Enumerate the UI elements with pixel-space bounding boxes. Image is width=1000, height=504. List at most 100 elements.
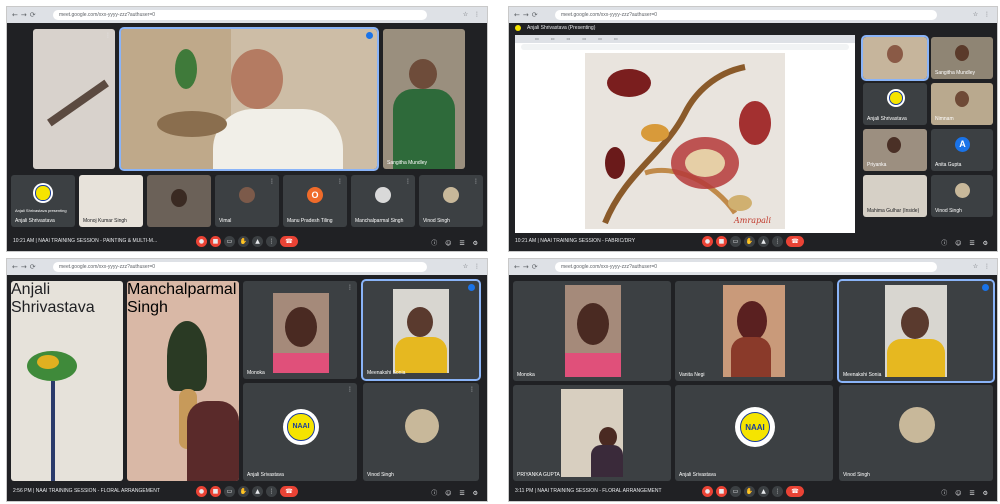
meeting-details-icons[interactable]: ⓘ ☺ ☰ ⚙	[941, 238, 991, 247]
captions-icon[interactable]: ▭	[730, 486, 741, 497]
participant-tile[interactable]: Meenakshi Sonia	[361, 279, 481, 381]
slide-caption: Amrapali	[734, 216, 771, 225]
meeting-details-icons[interactable]: ⓘ ☺ ☰ ⚙	[431, 488, 481, 497]
more-options-icon[interactable]: ⋮	[405, 178, 411, 185]
participant-tile[interactable]: Monoka	[513, 281, 671, 381]
participant-tile[interactable]: PRIYANKA GUPTA	[513, 385, 671, 481]
raise-hand-icon[interactable]: ✋	[744, 486, 755, 497]
present-icon[interactable]: ▲	[758, 486, 769, 497]
captions-icon[interactable]: ▭	[224, 236, 235, 247]
raise-hand-icon[interactable]: ✋	[238, 486, 249, 497]
participant-tile[interactable]: Mahima Gulhar (Inside)	[863, 175, 927, 217]
camera-off-icon[interactable]: ■	[716, 236, 727, 247]
video-tile-floral-2[interactable]: Manchalparmal Singh	[127, 281, 239, 481]
browser-nav-icons[interactable]: ←→⟳	[12, 263, 39, 271]
more-options-icon[interactable]: ⋮	[469, 386, 475, 393]
participant-body	[731, 337, 771, 377]
extension-icons[interactable]: ☆ ⋮	[973, 263, 992, 270]
meet-screenshot-3: ←→⟳ meet.google.com/xxx-yyyy-zzz?authuse…	[6, 258, 488, 502]
camera-off-icon[interactable]: ■	[210, 486, 221, 497]
participant-head	[407, 307, 433, 337]
shared-address-bar	[521, 44, 849, 50]
participant-tile[interactable]: Anjali Shrivastava	[863, 83, 927, 125]
participant-shirt	[887, 339, 945, 377]
extension-icons[interactable]: ☆ ⋮	[973, 11, 992, 18]
browser-nav-icons[interactable]: ←→⟳	[514, 11, 541, 19]
mic-off-icon[interactable]: ●	[702, 236, 713, 247]
more-options-icon[interactable]: ⋮	[266, 486, 277, 497]
more-options-icon[interactable]: ⋮	[347, 386, 353, 393]
participant-tile[interactable]: Nimnam	[931, 83, 993, 125]
more-options-icon[interactable]: ⋮	[266, 236, 277, 247]
participant-tile[interactable]: Vinod Singh	[839, 385, 993, 481]
more-options-icon[interactable]: ⋮	[269, 178, 275, 185]
participant-name: Monoka	[247, 370, 265, 376]
extension-icons[interactable]: ☆ ⋮	[463, 11, 482, 18]
participant-tile[interactable]: Monoka ⋮	[243, 281, 357, 379]
participant-tile[interactable]: NAAI Anjali Srivastava ⋮	[243, 383, 357, 481]
captions-icon[interactable]: ▭	[730, 236, 741, 247]
end-call-button[interactable]: ☎	[786, 236, 804, 247]
end-call-button[interactable]: ☎	[280, 486, 298, 497]
more-options-icon[interactable]: ⋮	[772, 236, 783, 247]
raise-hand-icon[interactable]: ✋	[744, 236, 755, 247]
participant-tile[interactable]: Priyanka	[863, 129, 927, 171]
participant-name: Anjali Shrivastava	[11, 281, 95, 316]
more-options-icon[interactable]: ⋮	[473, 178, 479, 185]
address-bar[interactable]: meet.google.com/xxx-yyyy-zzz?authuser=0	[555, 10, 937, 20]
filmstrip-tile[interactable]: Vimal ⋮	[215, 175, 279, 227]
camera-off-icon[interactable]: ■	[210, 236, 221, 247]
more-options-icon[interactable]: ⋮	[105, 32, 111, 39]
browser-nav-icons[interactable]: ←→⟳	[514, 263, 541, 271]
meeting-details-icons[interactable]: ⓘ ☺ ☰ ⚙	[941, 488, 991, 497]
participant-tile[interactable]: Vinod Singh ⋮	[363, 383, 479, 481]
filmstrip-tile[interactable]: Anjali Shrivastava presenting Anjali Shr…	[11, 175, 75, 227]
mic-off-icon[interactable]: ●	[196, 236, 207, 247]
filmstrip-tile[interactable]	[147, 175, 211, 227]
participant-tile[interactable]: Vanita Negi	[675, 281, 833, 381]
participant-tile[interactable]: Meenakshi Sonia	[837, 279, 995, 383]
video-tile-right[interactable]: Sangitha Mundley	[383, 29, 465, 169]
present-icon[interactable]: ▲	[252, 236, 263, 247]
participant-tile[interactable]: NAAI Anjali Srivastava	[675, 385, 833, 481]
more-options-icon[interactable]: ⋮	[347, 284, 353, 291]
present-icon[interactable]: ▲	[252, 486, 263, 497]
stand-stems	[51, 381, 55, 481]
captions-icon[interactable]: ▭	[224, 486, 235, 497]
participant-tile[interactable]: Sangitha Mundley	[931, 37, 993, 79]
video-tile-pinned-left[interactable]: ⋮	[33, 29, 115, 169]
video-tile-speaker[interactable]	[119, 27, 379, 171]
video-tile-floral-1[interactable]: Anjali Shrivastava	[11, 281, 123, 481]
extension-icons[interactable]: ☆ ⋮	[463, 263, 482, 270]
raise-hand-icon[interactable]: ✋	[238, 236, 249, 247]
filmstrip-tile[interactable]: O Manu Pradesh Tiling ⋮	[283, 175, 347, 227]
meeting-control-bar: 10:21 AM | NAAI TRAINING SESSION - FABRI…	[509, 233, 997, 251]
browser-nav-icons[interactable]: ←→⟳	[12, 11, 39, 19]
address-bar[interactable]: meet.google.com/xxx-yyyy-zzz?authuser=0	[555, 262, 937, 272]
speaker-person	[231, 49, 283, 109]
mic-off-icon[interactable]: ●	[702, 486, 713, 497]
more-options-icon[interactable]: ⋮	[337, 178, 343, 185]
participant-name: Nimnam	[935, 116, 954, 122]
present-icon[interactable]: ▲	[758, 236, 769, 247]
participant-tile[interactable]: Vinod Singh	[931, 175, 993, 217]
filmstrip-tile[interactable]: Monoj Kumar Singh	[79, 175, 143, 227]
end-call-button[interactable]: ☎	[786, 486, 804, 497]
filmstrip-tile[interactable]: Manchalparmal Singh ⋮	[351, 175, 415, 227]
participant-tile[interactable]: A Anita Gupta	[931, 129, 993, 171]
participant-name: Meenakshi Sonia	[367, 370, 406, 376]
address-bar[interactable]: meet.google.com/xxx-yyyy-zzz?authuser=0	[53, 10, 427, 20]
more-options-icon[interactable]: ⋮	[772, 486, 783, 497]
plant-decor	[175, 49, 197, 89]
meeting-details-icons[interactable]: ⓘ ☺ ☰ ⚙	[431, 238, 481, 247]
camera-wall-view	[47, 79, 109, 127]
address-bar[interactable]: meet.google.com/xxx-yyyy-zzz?authuser=0	[53, 262, 427, 272]
end-call-button[interactable]: ☎	[280, 236, 298, 247]
naai-logo	[887, 89, 905, 107]
mic-off-icon[interactable]: ●	[196, 486, 207, 497]
participant-tile[interactable]	[861, 35, 929, 81]
camera-off-icon[interactable]: ■	[716, 486, 727, 497]
participant-name: Monoka	[517, 372, 535, 378]
participant-name: Sangitha Mundley	[387, 160, 428, 166]
filmstrip-tile[interactable]: Vinod Singh ⋮	[419, 175, 483, 227]
